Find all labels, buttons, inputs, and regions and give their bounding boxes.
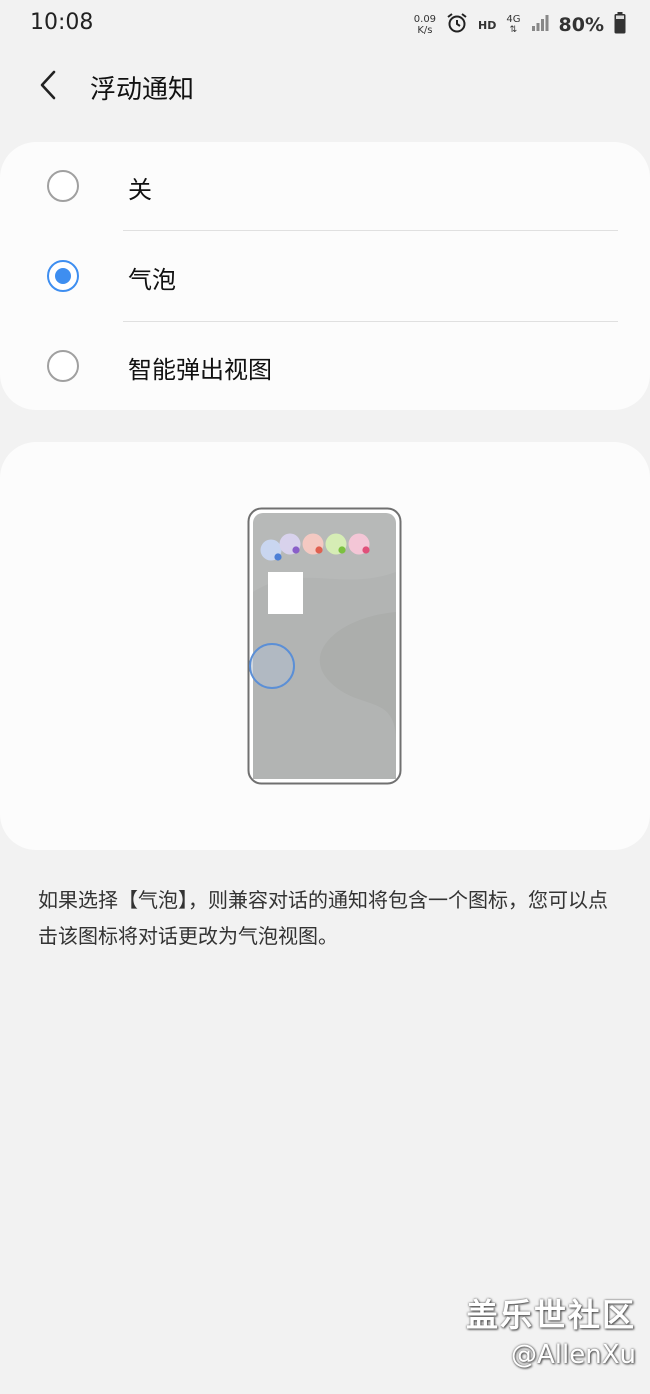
radio-off[interactable] xyxy=(47,170,79,202)
signal-icon xyxy=(531,15,549,35)
chevron-left-icon xyxy=(40,70,56,100)
network-type: 4G ⇅ xyxy=(506,14,521,36)
alarm-icon xyxy=(446,12,468,38)
description-text: 如果选择【气泡】，则兼容对话的通知将包含一个图标，您可以点击该图标将对话更改为气… xyxy=(38,888,608,948)
preview-card xyxy=(0,442,650,850)
hd-indicator: HD xyxy=(478,18,497,32)
watermark-user: @AllenXu xyxy=(511,1340,636,1370)
radio-smart-popup[interactable] xyxy=(47,350,79,382)
network-speed: 0.09 K/s xyxy=(414,14,436,36)
status-bar: 10:08 0.09 K/s HD 4G ⇅ 80% xyxy=(0,0,650,50)
radio-bubble[interactable] xyxy=(47,260,79,292)
header: 浮动通知 xyxy=(0,55,650,115)
floating-bubble-icon xyxy=(249,643,295,689)
option-label-smart-popup: 智能弹出视图 xyxy=(128,356,272,384)
back-button[interactable] xyxy=(28,65,68,105)
option-smart-popup[interactable]: 智能弹出视图 xyxy=(0,322,650,412)
option-off[interactable]: 关 xyxy=(0,142,650,232)
watermark-title: 盖乐世社区 xyxy=(465,1296,636,1334)
page-title: 浮动通知 xyxy=(90,75,195,105)
network-speed-unit: K/s xyxy=(417,25,433,36)
watermark: 盖乐世社区 @AllenXu xyxy=(466,1290,636,1370)
options-card: 关 气泡 智能弹出视图 xyxy=(0,142,650,410)
option-label-bubble: 气泡 xyxy=(128,266,176,294)
divider xyxy=(123,230,618,231)
option-bubble[interactable]: 气泡 xyxy=(0,232,650,322)
network-speed-value: 0.09 xyxy=(413,14,437,25)
battery-icon xyxy=(614,12,626,38)
status-time: 10:08 xyxy=(30,10,94,35)
status-icons: 0.09 K/s HD 4G ⇅ 80% xyxy=(414,8,626,42)
network-type-label: 4G xyxy=(506,14,521,25)
bubble-preview-illustration xyxy=(247,507,402,785)
option-label-off: 关 xyxy=(128,176,152,204)
battery-percent: 80% xyxy=(558,14,604,36)
